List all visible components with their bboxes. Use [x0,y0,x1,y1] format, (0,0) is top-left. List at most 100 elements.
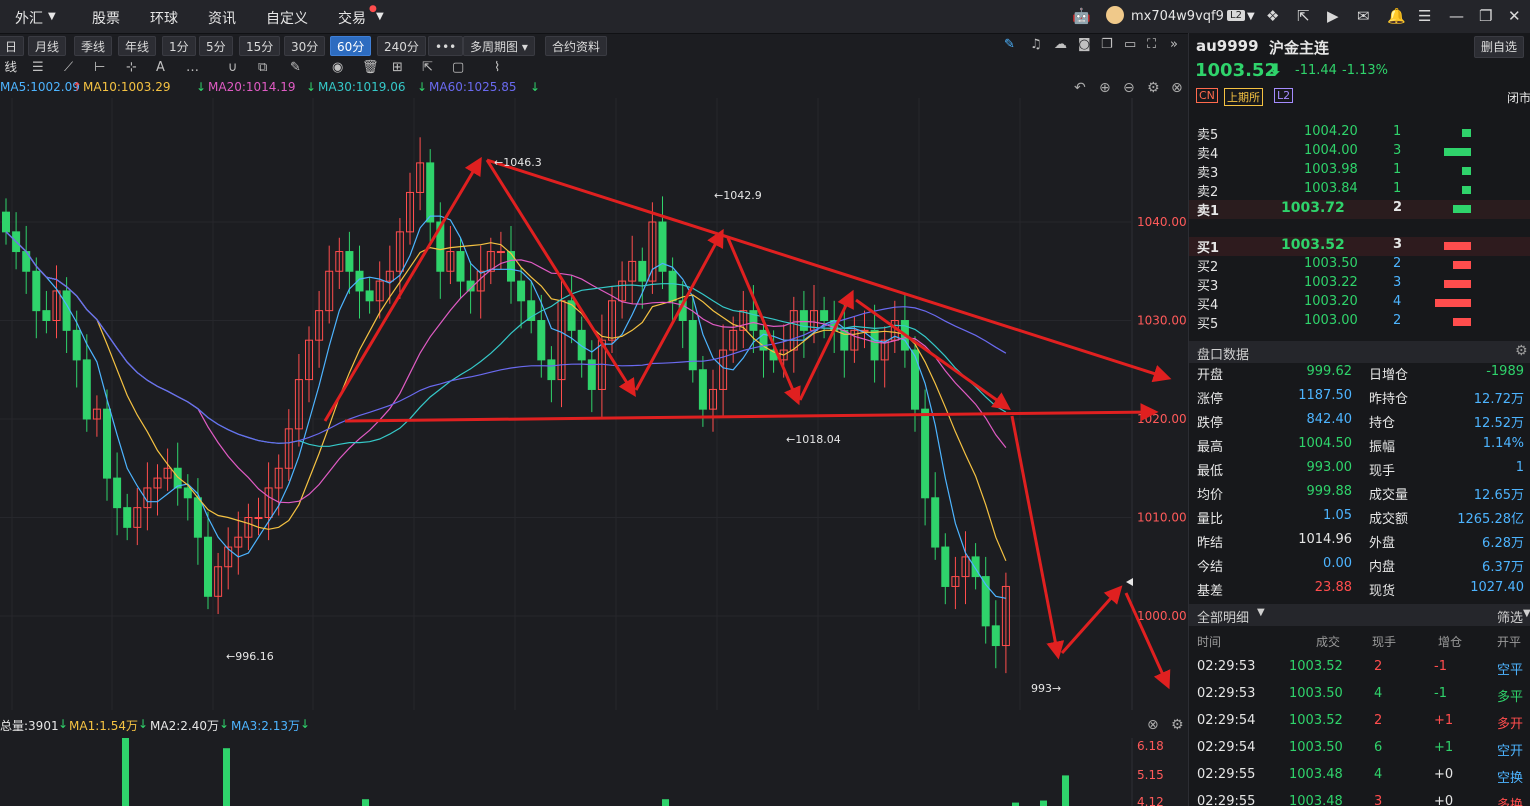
chevron-down-icon[interactable]: ▼ [48,11,56,22]
bell-icon[interactable]: 🔔 [1387,7,1406,25]
filter-button[interactable]: 筛选 [1497,607,1523,626]
candle-body [638,260,647,282]
period-5min[interactable]: 5分 [199,36,233,56]
period-15min[interactable]: 15分 [239,36,281,56]
nav-news[interactable]: 资讯 [208,8,236,28]
ask-row[interactable]: 卖2 1003.84 1 [1189,181,1530,200]
pankou-label: 现手 [1369,464,1396,479]
fork-tool-icon[interactable]: ⟋ [64,60,73,75]
bid-row[interactable]: 买5 1003.00 2 [1189,313,1530,332]
volume-chart[interactable]: 6.18 5.15 4.12 [0,738,1188,806]
vol-close-icon[interactable]: ⊗ [1147,717,1159,733]
zoom-in-icon[interactable]: ⊕ [1099,80,1111,96]
pankou-label: 昨持仓 [1369,392,1409,407]
menu-icon[interactable]: ☰ [1418,7,1431,25]
channel-tool-icon[interactable]: ☰ [32,60,44,75]
camera-icon[interactable]: ◙ [1078,37,1091,52]
extreme-price-label: ←1046.3 [494,156,542,169]
share-icon[interactable]: ⇱ [422,60,433,75]
grid-icon[interactable]: ⊞ [392,60,403,75]
nav-trade[interactable]: 交易 [338,8,366,28]
fib-tool-icon[interactable]: ⊹ [126,60,137,75]
robot-icon[interactable]: 🤖 [1072,7,1091,25]
candlestick-chart[interactable]: 1040.00 1030.00 1020.00 1010.00 1000.00 ←1046… [0,98,1188,710]
mail-icon[interactable]: ✉ [1357,7,1370,25]
layers-icon[interactable]: ❖ [1266,7,1279,25]
detail-type: 多平 [1497,690,1524,705]
pankou-label: 涨停 [1197,392,1224,407]
magnet-icon[interactable]: ∪ [228,60,238,75]
bid-row[interactable]: 买2 1003.50 2 [1189,256,1530,275]
more-tools-icon[interactable]: … [186,60,199,75]
close-icon[interactable]: ✕ [1508,7,1521,25]
fullscreen-icon[interactable]: ⛶ [1147,37,1156,52]
period-quarter[interactable]: 季线 [74,36,113,56]
vol-settings-icon[interactable]: ⚙ [1171,717,1184,733]
vol-total-label: 总量:3901 [0,719,59,733]
detail-type: 空开 [1497,744,1524,759]
avatar[interactable] [1106,6,1124,24]
volume-bar [1012,802,1019,806]
down-arrow-icon: ↓ [300,717,311,731]
brush-icon[interactable]: ✎ [290,60,301,75]
external-link-icon[interactable]: ⇱ [1297,7,1310,25]
cloud-icon[interactable]: ☁ [1054,37,1067,52]
minimize-icon[interactable]: — [1449,7,1464,25]
down-arrow-icon: ⬇ [1269,60,1283,79]
detail-time: 02:29:54 [1197,740,1256,755]
multi-period-dropdown[interactable]: 多周期图 ▾ [463,36,535,56]
settings-icon[interactable]: ⚙ [1147,80,1160,96]
candle-body [42,310,51,321]
nav-global[interactable]: 环球 [150,8,178,28]
nav-forex[interactable]: 外汇 [15,8,43,28]
period-30min[interactable]: 30分 [284,36,326,56]
copy-icon[interactable]: ❐ [1101,37,1113,52]
more-periods-button[interactable]: ••• [428,36,464,56]
ask-row[interactable]: 卖4 1004.00 3 [1189,143,1530,162]
period-1min[interactable]: 1分 [162,36,196,56]
comment-icon[interactable]: ▢ [452,60,464,75]
ruler-icon[interactable]: ⌇ [494,60,500,75]
period-month[interactable]: 月线 [28,36,67,56]
period-240min[interactable]: 240分 [377,36,426,56]
chevron-down-icon[interactable]: ▼ [1247,11,1255,22]
period-year[interactable]: 年线 [118,36,157,56]
pankou-settings-icon[interactable]: ⚙ [1515,343,1528,359]
restore-icon[interactable]: ❐ [1479,7,1492,25]
ask-row[interactable]: 卖5 1004.20 1 [1189,124,1530,143]
filter-icon[interactable]: ▼ [1523,608,1530,619]
monitor-icon[interactable]: ▭ [1124,37,1136,52]
text-tool-icon[interactable]: A [156,60,165,75]
vol-ma3-label: MA3:2.13万 [231,719,300,733]
line-tool-icon[interactable]: ⫶ [4,60,7,75]
ask-row[interactable]: 卖1 1003.72 2 [1189,200,1530,219]
candle-body [496,251,505,254]
eye-icon[interactable]: ◉ [332,60,343,75]
remove-watchlist-button[interactable]: 删自选 [1474,36,1525,58]
volume-bar [362,799,369,806]
pen-icon[interactable]: ✎ [1004,37,1015,52]
bid-row[interactable]: 买1 1003.52 3 [1189,237,1530,256]
group-icon[interactable]: ⧉ [258,60,267,75]
measure-tool-icon[interactable]: ⊢ [94,60,105,75]
close-chart-icon[interactable]: ⊗ [1171,80,1183,96]
undo-icon[interactable]: ↶ [1074,80,1086,96]
ask-row[interactable]: 卖3 1003.98 1 [1189,162,1530,181]
period-day[interactable]: 日线 [0,36,24,74]
chevron-down-icon[interactable]: ▼ [376,11,384,22]
pankou-value: 23.88 [1314,580,1352,595]
chevron-down-icon[interactable]: ▼ [1257,607,1265,618]
period-60min[interactable]: 60分 [330,36,372,56]
contract-info-button[interactable]: 合约资料 [545,36,608,56]
bid-row[interactable]: 买4 1003.20 4 [1189,294,1530,313]
trash-icon[interactable]: 🗑 [362,60,379,75]
alert-icon[interactable]: ♫ [1030,37,1042,52]
video-icon[interactable]: ▶ [1327,7,1339,25]
username[interactable]: mx704w9vqf9 [1131,9,1224,24]
nav-stocks[interactable]: 股票 [92,8,120,28]
zoom-out-icon[interactable]: ⊖ [1123,80,1135,96]
collapse-icon[interactable]: » [1170,37,1178,52]
nav-custom[interactable]: 自定义 [266,8,308,28]
volume-axis-label: 4.12 [1137,795,1164,806]
bid-row[interactable]: 买3 1003.22 3 [1189,275,1530,294]
